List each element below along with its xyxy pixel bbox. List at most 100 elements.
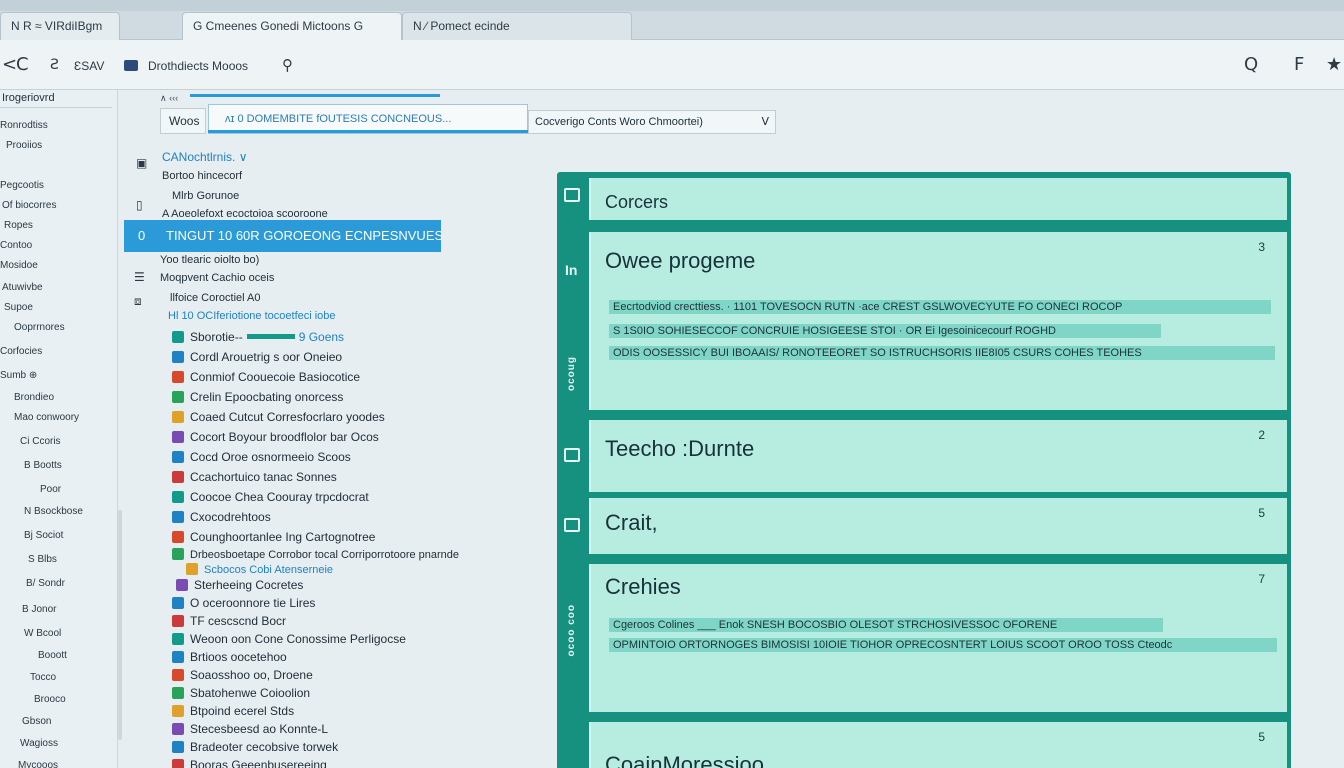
tree-row[interactable]: Drbeosboetape Corrobor tocal Corriporrot…	[172, 548, 459, 561]
reload-icon[interactable]: C	[16, 54, 29, 75]
tree-row[interactable]: Cocort Boyour broodflolor bar Ocos	[172, 430, 379, 444]
tree-row[interactable]: Cordl Arouetrig s oor Oneieo	[172, 350, 342, 364]
tree-row[interactable]: Sborotie-- 9 Goens	[172, 330, 344, 344]
back-icon[interactable]: <	[2, 54, 17, 75]
tree-row[interactable]: A Aoeolefoxt ecoctoioa scooroone	[162, 208, 328, 220]
card-title: CoainMoressioo	[605, 752, 764, 768]
tree-row[interactable]: O oceroonnore tie Lires	[172, 596, 315, 610]
tree-row[interactable]: Ccachortuico tanac Sonnes	[172, 470, 337, 484]
tree-row-label: Cocd Oroe osnormeeio Scoos	[190, 450, 351, 464]
sidebar-item[interactable]: Tocco	[30, 672, 56, 683]
box-icon: ⧈	[134, 294, 142, 308]
card-title: Teecho :Durnte	[605, 436, 755, 461]
file-type-icon	[172, 705, 184, 717]
sidebar-item[interactable]: Gbson	[22, 716, 51, 727]
tree-row[interactable]: Cxocodrehtoos	[172, 510, 271, 524]
sidebar-item[interactable]: Prooiios	[6, 140, 42, 151]
sidebar-item[interactable]: Ropes	[4, 220, 33, 231]
file-type-icon	[172, 511, 184, 523]
tree-row[interactable]: Coaed Cutcut Corresfocrlaro yoodes	[172, 410, 385, 424]
sidebar-item[interactable]: Brooco	[34, 694, 66, 705]
tree-row[interactable]: Coocoe Chea Coouray trpcdocrat	[172, 490, 369, 504]
tree-row[interactable]: Weoon oon Cone Conossime Perligocse	[172, 632, 406, 646]
tree-row[interactable]: Btpoind ecerel Stds	[172, 704, 294, 718]
panel-icon-top[interactable]	[564, 188, 580, 202]
sidebar-item[interactable]: W Bcool	[24, 628, 61, 639]
tree-row[interactable]: Stecesbeesd ao Konnte-L	[172, 722, 328, 736]
panel-icon-in[interactable]: In	[565, 262, 577, 278]
tools-icon[interactable]: Ƨ	[50, 57, 59, 73]
sidebar-item[interactable]: Booott	[38, 650, 67, 661]
tree-row[interactable]: Bortoo hincecorf	[162, 170, 242, 182]
sidebar-item[interactable]: Pegcootis	[0, 180, 44, 191]
sidebar-item[interactable]: N Bsockbose	[24, 506, 83, 517]
tree-row[interactable]: Mlrb Gorunoe	[172, 190, 239, 202]
content-card[interactable]: Teecho :Durnte 2	[589, 420, 1287, 492]
tools-label[interactable]: ƐSAV	[74, 59, 104, 73]
tree-row[interactable]: TF cescscnd Bocr	[172, 614, 286, 628]
tree-row[interactable]: Soaosshoo oo, Droene	[172, 668, 313, 682]
tree-row[interactable]: Scbocos Cobi Atenserneie	[186, 563, 333, 576]
tree-selected-row[interactable]: 0 TINGUT 10 60R GOROEONG ECNPESNVUES	[124, 220, 443, 252]
sidebar-item[interactable]: Ci Ccoris	[20, 436, 61, 447]
content-card[interactable]: CoainMoressioo 5	[589, 722, 1287, 768]
tree-row-label: Sborotie--	[190, 330, 243, 344]
tree-row[interactable]: Cocd Oroe osnormeeio Scoos	[172, 450, 351, 464]
file-type-icon	[176, 579, 188, 591]
tree-row[interactable]: Sterheeing Cocretes	[176, 578, 303, 592]
sidebar-item[interactable]: B Jonor	[22, 604, 56, 615]
tree-row[interactable]: llfoice Coroctiel A0	[170, 292, 261, 304]
tree-row[interactable]: Sbatohenwe Coioolion	[172, 686, 310, 700]
breadcrumb[interactable]: Drothdiects Mooos	[148, 59, 248, 73]
tree-row[interactable]: Yoo tlearic oiolto bo)	[160, 254, 259, 266]
content-card[interactable]: Crehies 7 Cgeroos Colines ___ Enok SNESH B…	[589, 564, 1287, 712]
sidebar-item[interactable]: Ooprrnores	[14, 322, 65, 333]
sidebar-item[interactable]: Mycooos	[18, 760, 58, 768]
tab-active[interactable]: G Cmeenes Gonedi Mictoons G	[182, 12, 402, 40]
panel-icon-lower[interactable]	[564, 518, 580, 532]
sidebar-item[interactable]: Ronrodtiss	[0, 120, 48, 131]
filter-dropdown[interactable]: Cocverigo Conts Woro Chmoortei) V	[528, 110, 776, 134]
tree-row[interactable]: Crelin Epoocbating onorcess	[172, 390, 343, 404]
tree-row[interactable]: Conmiof Coouecoie Basiocotice	[172, 370, 360, 384]
font-icon[interactable]: F	[1294, 54, 1304, 75]
sidebar-item[interactable]: S Blbs	[28, 554, 57, 565]
sidebar-item[interactable]: Mosidoe	[0, 260, 38, 271]
sidebar-item[interactable]: Corfocies	[0, 346, 42, 357]
star-icon[interactable]: ★	[1326, 54, 1342, 75]
tab-home[interactable]: N R ≈ VIRdiIBgm	[0, 12, 120, 40]
sidebar-scrollbar[interactable]	[118, 510, 122, 740]
tree-row-label: Scbocos Cobi Atenserneie	[204, 564, 334, 576]
address-small-label: ∧ ‹‹‹	[160, 93, 179, 103]
tree-row[interactable]: Bradeoter cecobsive torwek	[172, 740, 338, 754]
sidebar-item[interactable]: Wagioss	[20, 738, 58, 749]
sidebar-item[interactable]: Of biocorres	[2, 200, 56, 211]
tree-row[interactable]: Counghoortanlee Ing Cartognotree	[172, 530, 375, 544]
sidebar-item[interactable]: Supoe	[4, 302, 33, 313]
pin-icon[interactable]: ⚲	[282, 56, 293, 74]
content-card[interactable]: Corcers	[589, 178, 1287, 220]
content-card[interactable]: Owee progeme 3 Eecrtodviod crecttiess. · 1…	[589, 232, 1287, 410]
sidebar-item[interactable]: Atuwivbe	[2, 282, 43, 293]
file-type-icon	[172, 451, 184, 463]
tab-second[interactable]: N ∕ Pomect ecinde	[402, 12, 632, 40]
sidebar-item[interactable]: B/ Sondr	[26, 578, 65, 589]
sidebar-item[interactable]: B Bootts	[24, 460, 62, 471]
sidebar-item[interactable]: Poor	[40, 484, 61, 495]
tree-row[interactable]: Booras Geeenbusereeing	[172, 758, 327, 768]
tree-row[interactable]: Hl 10 OCIferiotione tocoetfeci iobe	[168, 310, 336, 322]
sidebar-item[interactable]: Mao conwoory	[14, 412, 79, 423]
tree-header[interactable]: CANochtlrnis. ∨	[162, 150, 247, 164]
sidebar-item[interactable]: Sumb ⊕	[0, 370, 37, 381]
tree-row[interactable]: Brtioos oocetehoo	[172, 650, 287, 664]
sidebar-item[interactable]: Contoo	[0, 240, 32, 251]
chevron-down-icon[interactable]: V	[761, 111, 769, 133]
tree-row[interactable]: Moqpvent Cachio oceis	[160, 272, 274, 284]
panel-icon-mid[interactable]	[564, 448, 580, 462]
address-prefix[interactable]: Woos	[160, 108, 206, 134]
sidebar-header[interactable]: Irogeriovrd	[0, 90, 112, 108]
search-icon[interactable]: Q	[1244, 54, 1258, 75]
sidebar-item[interactable]: Brondieo	[14, 392, 54, 403]
content-card[interactable]: Crait, 5	[589, 498, 1287, 554]
sidebar-item[interactable]: Bj Sociot	[24, 530, 63, 541]
